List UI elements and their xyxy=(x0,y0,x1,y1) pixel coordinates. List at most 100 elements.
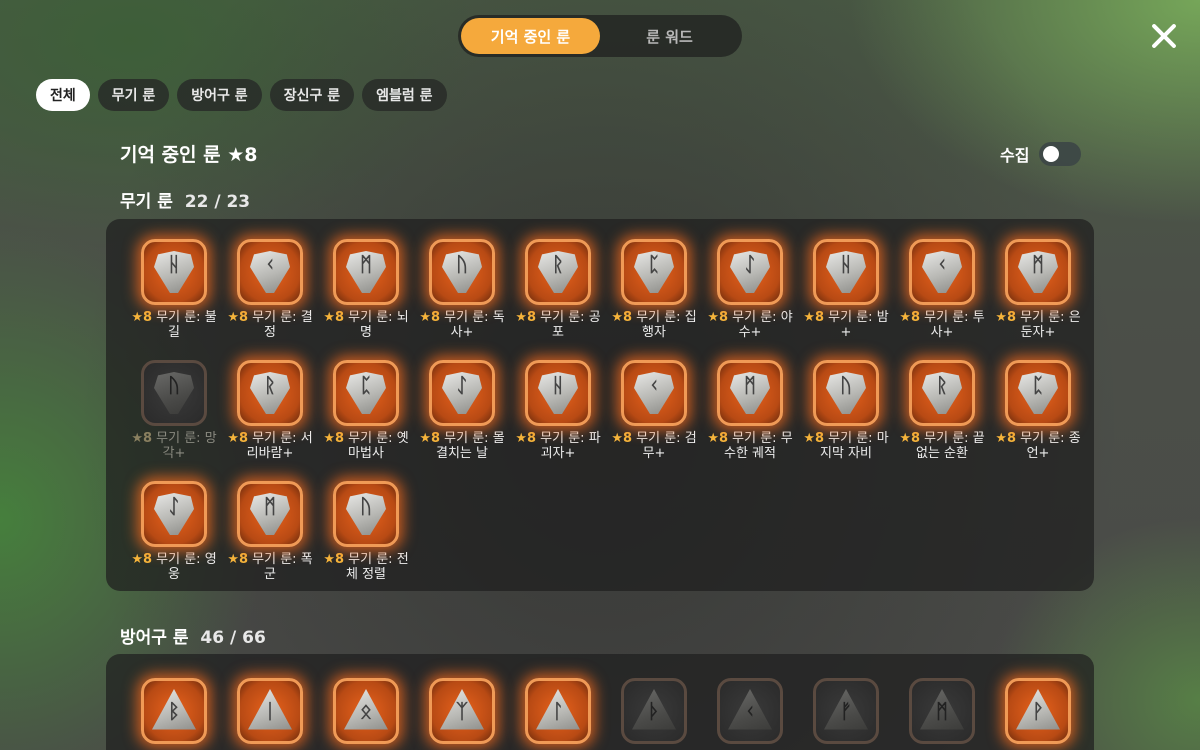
rune-item[interactable]: ᛒ xyxy=(126,678,222,744)
rune-item[interactable]: ᚺ ★8 무기 룬: 불길 xyxy=(126,239,222,340)
rune-name: 무기 룬: 종언+ xyxy=(1020,431,1081,461)
tab-memorized-runes[interactable]: 기억 중인 룬 xyxy=(461,18,600,54)
filter-armor[interactable]: 방어구 룬 xyxy=(177,79,262,111)
collect-toggle[interactable] xyxy=(1039,142,1082,166)
armor-rune-title: 방어구 룬 xyxy=(120,628,189,648)
rune-icon: ᚱ xyxy=(525,239,591,305)
rune-star-grade: ★8 xyxy=(899,310,921,325)
rune-star-grade: ★8 xyxy=(995,431,1017,446)
rune-glyph: ᛉ xyxy=(456,699,468,723)
rune-glyph: ᛇ xyxy=(168,494,180,518)
rune-item[interactable]: ᚲ ★8 무기 룬: 투사+ xyxy=(894,239,990,340)
close-icon[interactable] xyxy=(1146,18,1182,54)
armor-rune-header: 방어구 룬 46 / 66 xyxy=(120,623,266,648)
rune-icon: ᛗ xyxy=(909,678,975,744)
filter-all[interactable]: 전체 xyxy=(36,79,90,111)
rune-item[interactable]: ᛉ xyxy=(414,678,510,744)
rune-icon: ᚠ xyxy=(813,678,879,744)
rune-icon: ᛗ xyxy=(237,481,303,547)
filter-weapon[interactable]: 무기 룬 xyxy=(97,79,170,111)
rune-label: ★8 무기 룬: 불길 xyxy=(126,310,222,340)
rune-star-grade: ★8 xyxy=(227,552,249,567)
rune-icon: ᛈ xyxy=(621,239,687,305)
view-toggle: 기억 중인 룬 룬 워드 xyxy=(458,15,742,57)
rune-item[interactable]: ᚢ ★8 무기 룬: 독사+ xyxy=(414,239,510,340)
tab-rune-words[interactable]: 룬 워드 xyxy=(600,18,739,54)
rune-glyph: ᛟ xyxy=(360,699,372,723)
rune-star-grade: ★8 xyxy=(515,310,537,325)
rune-item[interactable]: ᛟ xyxy=(318,678,414,744)
rune-glyph: ᚢ xyxy=(840,373,852,397)
rune-icon: ᚺ xyxy=(141,239,207,305)
rune-glyph: ᛗ xyxy=(360,252,372,276)
rune-item[interactable]: ᚢ ★8 무기 룬: 전체 정렬 xyxy=(318,481,414,582)
rune-label: ★8 무기 룬: 옛 마법사 xyxy=(318,431,414,461)
rune-glyph: ᚱ xyxy=(936,373,948,397)
rune-icon: ᚺ xyxy=(525,360,591,426)
rune-item[interactable]: ᚢ ★8 무기 룬: 마지막 자비 xyxy=(798,360,894,461)
filter-emblem[interactable]: 엠블럼 룬 xyxy=(362,79,447,111)
rune-item[interactable]: ᛇ ★8 무기 룬: 몰결치는 날 xyxy=(414,360,510,461)
rune-item[interactable]: ᛈ ★8 무기 룬: 집행자 xyxy=(606,239,702,340)
rune-item[interactable]: ᛗ ★8 무기 룬: 은둔자+ xyxy=(990,239,1086,340)
rune-star-grade: ★8 xyxy=(419,310,441,325)
rune-star-grade: ★8 xyxy=(515,431,537,446)
rune-name: 무기 룬: 투사+ xyxy=(924,310,985,340)
rune-item[interactable]: ᚲ ★8 무기 룬: 결정 xyxy=(222,239,318,340)
rune-item[interactable]: ᛈ ★8 무기 룬: 종언+ xyxy=(990,360,1086,461)
rune-icon: ᚲ xyxy=(621,360,687,426)
rune-star-grade: ★8 xyxy=(611,431,633,446)
rune-item[interactable]: ᚹ xyxy=(990,678,1086,744)
rune-item[interactable]: ᛇ ★8 무기 룬: 야수+ xyxy=(702,239,798,340)
rune-item[interactable]: ᚲ ★8 무기 룬: 검무+ xyxy=(606,360,702,461)
rune-item[interactable]: ᛗ xyxy=(894,678,990,744)
rune-name: 무기 룬: 은둔자+ xyxy=(1020,310,1081,340)
rune-glyph: ᛈ xyxy=(360,373,372,397)
rune-icon: ᚱ xyxy=(909,360,975,426)
rune-star-grade: ★8 xyxy=(803,310,825,325)
rune-icon: ᛗ xyxy=(1005,239,1071,305)
rune-icon: ᚦ xyxy=(621,678,687,744)
rune-icon: ᚺ xyxy=(813,239,879,305)
rune-item[interactable]: ᚱ ★8 무기 룬: 끝없는 순환 xyxy=(894,360,990,461)
rune-item[interactable]: ᛇ ★8 무기 룬: 영웅 xyxy=(126,481,222,582)
rune-item[interactable]: ᚢ ★8 무기 룬: 망각+ xyxy=(126,360,222,461)
rune-icon: ᚢ xyxy=(429,239,495,305)
rune-icon: ᛟ xyxy=(333,678,399,744)
rune-item[interactable]: ᛁ xyxy=(222,678,318,744)
rune-label: ★8 무기 룬: 파괴자+ xyxy=(510,431,606,461)
rune-item[interactable]: ᚺ ★8 무기 룬: 파괴자+ xyxy=(510,360,606,461)
rune-label: ★8 무기 룬: 끝없는 순환 xyxy=(894,431,990,461)
rune-item[interactable]: ᚲ xyxy=(702,678,798,744)
rune-item[interactable]: ᚱ ★8 무기 룬: 서리바람+ xyxy=(222,360,318,461)
rune-glyph: ᛗ xyxy=(936,699,948,723)
rune-label: ★8 무기 룬: 야수+ xyxy=(702,310,798,340)
rune-label: ★8 무기 룬: 전체 정렬 xyxy=(318,552,414,582)
rune-label: ★8 무기 룬: 투사+ xyxy=(894,310,990,340)
rune-glyph: ᚹ xyxy=(1032,699,1044,723)
weapon-rune-panel: ᚺ ★8 무기 룬: 불길 ᚲ ★8 무기 룬: 결정 ᛗ ★8 무기 룬: 뇌명 ᚢ ★8 … xyxy=(106,219,1094,591)
rune-glyph: ᛇ xyxy=(744,252,756,276)
filter-accessory[interactable]: 장신구 룬 xyxy=(269,79,355,111)
rune-item[interactable]: ᚠ xyxy=(798,678,894,744)
rune-item[interactable]: ᛗ ★8 무기 룬: 뇌명 xyxy=(318,239,414,340)
rune-item[interactable]: ᛗ ★8 무기 룬: 폭군 xyxy=(222,481,318,582)
rune-item[interactable]: ᛗ ★8 무기 룬: 무수한 궤적 xyxy=(702,360,798,461)
rune-name: 무기 룬: 전체 정렬 xyxy=(345,552,409,582)
rune-glyph: ᚲ xyxy=(264,252,276,276)
rune-item[interactable]: ᛈ ★8 무기 룬: 옛 마법사 xyxy=(318,360,414,461)
rune-label: ★8 무기 룬: 집행자 xyxy=(606,310,702,340)
rune-label: ★8 무기 룬: 공포 xyxy=(510,310,606,340)
rune-glyph: ᚱ xyxy=(552,252,564,276)
rune-item[interactable]: ᚱ ★8 무기 룬: 공포 xyxy=(510,239,606,340)
rune-star-grade: ★8 xyxy=(323,552,345,567)
rune-item[interactable]: ᚺ ★8 무기 룬: 밤+ xyxy=(798,239,894,340)
rune-label: ★8 무기 룬: 망각+ xyxy=(126,431,222,461)
rune-icon: ᚲ xyxy=(717,678,783,744)
rune-name: 무기 룬: 끝없는 순환 xyxy=(916,431,985,461)
rune-item[interactable]: ᛚ xyxy=(510,678,606,744)
rune-name: 무기 룬: 파괴자+ xyxy=(540,431,601,461)
rune-item[interactable]: ᚦ xyxy=(606,678,702,744)
rune-name: 무기 룬: 폭군 xyxy=(252,552,313,582)
rune-star-grade: ★8 xyxy=(227,431,249,446)
